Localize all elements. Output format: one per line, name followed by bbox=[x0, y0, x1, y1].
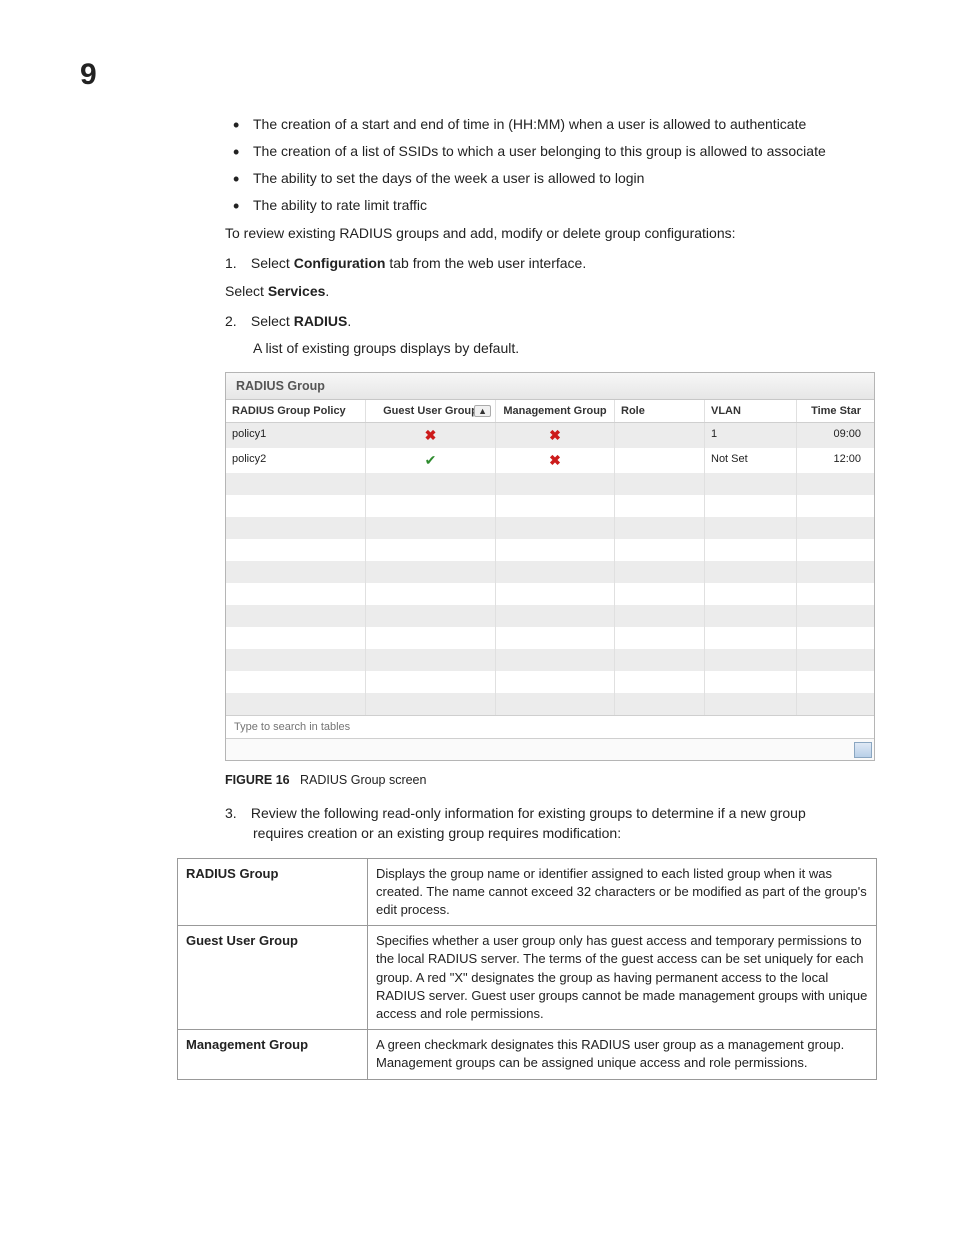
bullet-item: The ability to rate limit traffic bbox=[225, 196, 874, 215]
step-text: . bbox=[325, 283, 329, 299]
step-text: Select bbox=[225, 283, 268, 299]
col-header-guest-label: Guest User Group bbox=[383, 405, 478, 417]
step-text: Select bbox=[251, 255, 294, 271]
table-row bbox=[226, 561, 874, 583]
col-header-role[interactable]: Role bbox=[615, 400, 705, 422]
definition-desc: Specifies whether a user group only has … bbox=[368, 926, 877, 1030]
feature-bullets: The creation of a start and end of time … bbox=[225, 115, 874, 215]
col-header-policy[interactable]: RADIUS Group Policy bbox=[226, 400, 366, 422]
table-row bbox=[226, 649, 874, 671]
x-icon: ✖ bbox=[549, 427, 561, 443]
step-2-note: A list of existing groups displays by de… bbox=[253, 338, 874, 358]
col-header-time[interactable]: Time Star bbox=[797, 400, 867, 422]
table-body: policy1 ✖ ✖ 1 09:00 policy2 ✔ ✖ Not Set … bbox=[226, 423, 874, 715]
step-1: 1. Select Configuration tab from the web… bbox=[225, 253, 874, 273]
cell-guest: ✖ bbox=[366, 423, 496, 448]
table-row[interactable]: policy2 ✔ ✖ Not Set 12:00 bbox=[226, 448, 874, 473]
cell-guest: ✔ bbox=[366, 448, 496, 473]
cell-vlan: Not Set bbox=[705, 448, 797, 473]
table-row[interactable]: policy1 ✖ ✖ 1 09:00 bbox=[226, 423, 874, 448]
definition-row: Guest User Group Specifies whether a use… bbox=[178, 926, 877, 1030]
definition-term: RADIUS Group bbox=[178, 858, 368, 926]
table-row bbox=[226, 627, 874, 649]
table-row bbox=[226, 605, 874, 627]
figure-caption-text: RADIUS Group screen bbox=[300, 773, 426, 787]
sort-indicator-icon[interactable]: ▲ bbox=[474, 405, 491, 417]
definition-desc: A green checkmark designates this RADIUS… bbox=[368, 1030, 877, 1079]
panel-footer bbox=[226, 738, 874, 760]
step-3-continued: requires creation or an existing group r… bbox=[253, 823, 874, 843]
col-header-vlan[interactable]: VLAN bbox=[705, 400, 797, 422]
bullet-item: The creation of a list of SSIDs to which… bbox=[225, 142, 874, 161]
cell-role bbox=[615, 448, 705, 473]
radius-group-panel: RADIUS Group RADIUS Group Policy Guest U… bbox=[225, 372, 875, 761]
step-text: . bbox=[347, 313, 351, 329]
step-2: 2. Select RADIUS. bbox=[225, 311, 874, 331]
definition-row: Management Group A green checkmark desig… bbox=[178, 1030, 877, 1079]
table-header-row: RADIUS Group Policy Guest User Group ▲ M… bbox=[226, 400, 874, 423]
step-text: Select bbox=[251, 313, 294, 329]
table-row bbox=[226, 583, 874, 605]
definition-term: Management Group bbox=[178, 1030, 368, 1079]
footer-action-button[interactable] bbox=[854, 742, 872, 758]
table-search-bar bbox=[226, 715, 874, 738]
cell-policy: policy2 bbox=[226, 448, 366, 473]
table-row bbox=[226, 671, 874, 693]
step-bold: RADIUS bbox=[294, 313, 348, 329]
step-text: tab from the web user interface. bbox=[385, 255, 586, 271]
step-bold: Configuration bbox=[294, 255, 386, 271]
radius-group-figure: RADIUS Group RADIUS Group Policy Guest U… bbox=[225, 372, 874, 787]
step-number: 3. bbox=[225, 803, 247, 823]
cell-mgmt: ✖ bbox=[496, 448, 615, 473]
x-icon: ✖ bbox=[549, 452, 561, 468]
select-services: Select Services. bbox=[225, 281, 874, 301]
x-icon: ✖ bbox=[425, 427, 437, 443]
step-bold: Services bbox=[268, 283, 326, 299]
table-row bbox=[226, 495, 874, 517]
table-row bbox=[226, 517, 874, 539]
table-row bbox=[226, 693, 874, 715]
figure-label: FIGURE 16 bbox=[225, 773, 290, 787]
definition-row: RADIUS Group Displays the group name or … bbox=[178, 858, 877, 926]
step-number: 1. bbox=[225, 253, 247, 273]
cell-vlan: 1 bbox=[705, 423, 797, 448]
definition-term: Guest User Group bbox=[178, 926, 368, 1030]
step-text: Review the following read-only informati… bbox=[251, 805, 806, 821]
table-row bbox=[226, 473, 874, 495]
cell-mgmt: ✖ bbox=[496, 423, 615, 448]
chapter-number: 9 bbox=[80, 58, 97, 92]
cell-policy: policy1 bbox=[226, 423, 366, 448]
step-number: 2. bbox=[225, 311, 247, 331]
definitions-table: RADIUS Group Displays the group name or … bbox=[177, 858, 877, 1080]
check-icon: ✔ bbox=[425, 452, 437, 468]
panel-title: RADIUS Group bbox=[226, 373, 874, 400]
cell-role bbox=[615, 423, 705, 448]
table-search-input[interactable] bbox=[234, 721, 494, 733]
bullet-item: The creation of a start and end of time … bbox=[225, 115, 874, 134]
col-header-mgmt[interactable]: Management Group bbox=[496, 400, 615, 422]
cell-time: 09:00 bbox=[797, 423, 867, 448]
bullet-item: The ability to set the days of the week … bbox=[225, 169, 874, 188]
step-3: 3. Review the following read-only inform… bbox=[225, 803, 874, 823]
figure-caption: FIGURE 16 RADIUS Group screen bbox=[225, 773, 874, 787]
intro-paragraph: To review existing RADIUS groups and add… bbox=[225, 223, 874, 243]
table-row bbox=[226, 539, 874, 561]
definition-desc: Displays the group name or identifier as… bbox=[368, 858, 877, 926]
cell-time: 12:00 bbox=[797, 448, 867, 473]
col-header-guest[interactable]: Guest User Group ▲ bbox=[366, 400, 496, 422]
